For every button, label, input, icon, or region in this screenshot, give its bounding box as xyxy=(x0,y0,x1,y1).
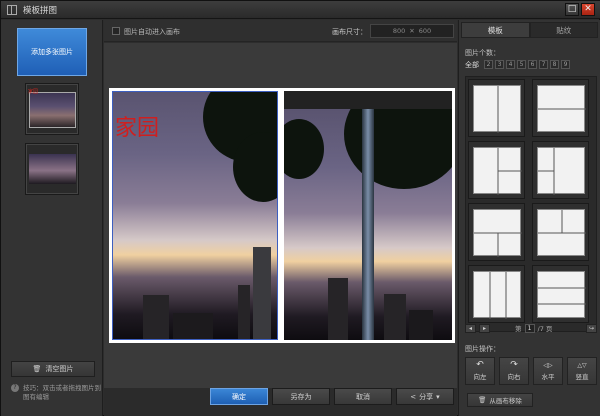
thumbnail-1[interactable]: 家园 xyxy=(25,83,79,135)
building-silhouette xyxy=(173,313,213,339)
canvas-width: 800 xyxy=(392,27,406,35)
trash-icon: 🗑 xyxy=(478,396,487,404)
maximize-button[interactable]: □ xyxy=(565,3,579,16)
flip-vertical-label: 竖直 xyxy=(575,373,589,381)
rotate-right-icon: ↷ xyxy=(510,360,518,370)
tab-textures[interactable]: 贴纹 xyxy=(529,22,598,38)
canvas-height: 600 xyxy=(418,27,432,35)
remove-from-canvas-button[interactable]: 🗑 从画布移除 xyxy=(467,393,533,407)
tab-templates[interactable]: 模板 xyxy=(461,22,530,38)
clear-images-button[interactable]: 🗑 清空图片 xyxy=(11,361,95,377)
flip-horizontal-button[interactable]: ◁▷ 水平 xyxy=(533,357,563,385)
panel-tabs: 模板 贴纹 xyxy=(461,22,598,38)
thumbnail-image xyxy=(29,154,76,184)
help-icon: ? xyxy=(11,384,19,392)
count-option[interactable]: 8 xyxy=(550,60,559,69)
collage-cell-right[interactable] xyxy=(284,109,452,340)
rotate-left-label: 向左 xyxy=(473,373,487,381)
count-option[interactable]: 4 xyxy=(506,60,515,69)
right-panel: 模板 贴纹 图片个数： 全部 2 3 4 5 6 7 8 9 ◂ ▸ 第 1 /… xyxy=(458,20,600,416)
chevron-down-icon: ▾ xyxy=(436,392,440,401)
count-option[interactable]: 6 xyxy=(528,60,537,69)
count-option[interactable]: 3 xyxy=(495,60,504,69)
image-count-label: 图片个数： xyxy=(465,49,500,57)
flip-vertical-button[interactable]: △▽ 竖直 xyxy=(567,357,597,385)
count-option[interactable]: 9 xyxy=(561,60,570,69)
auto-fill-label: 图片自动进入画布 xyxy=(124,28,180,36)
canvas-toolbar: 图片自动进入画布 画布尺寸： 800 ✕ 600 xyxy=(104,20,457,42)
thumbnail-image xyxy=(29,92,76,128)
rotate-right-button[interactable]: ↷ 向右 xyxy=(499,357,529,385)
next-page-button[interactable]: ▸ xyxy=(479,323,490,333)
app-icon xyxy=(7,5,17,15)
template-item[interactable] xyxy=(532,203,589,261)
building-silhouette xyxy=(238,285,250,339)
bottom-actions: 确定 另存为 取消 < 分享 ▾ xyxy=(104,388,457,416)
image-ops: ↶ 向左 ↷ 向右 ◁▷ 水平 △▽ 竖直 xyxy=(465,357,597,385)
flip-horizontal-icon: ◁▷ xyxy=(543,362,553,369)
share-label: 分享 xyxy=(419,392,434,401)
building-silhouette xyxy=(253,247,271,339)
share-button[interactable]: < 分享 ▾ xyxy=(396,388,454,405)
template-grid xyxy=(465,76,597,332)
close-button[interactable]: ✕ xyxy=(581,3,595,16)
image-ops-label: 图片操作： xyxy=(465,345,500,353)
clear-images-label: 清空图片 xyxy=(45,365,74,373)
canvas-size-selector[interactable]: 800 ✕ 600 xyxy=(370,24,454,38)
template-item[interactable] xyxy=(532,141,589,199)
rotate-left-icon: ↶ xyxy=(476,360,484,370)
pole xyxy=(362,109,374,340)
image-count-filter: 全部 2 3 4 5 6 7 8 9 xyxy=(465,60,570,70)
share-icon: < xyxy=(410,392,417,401)
count-option[interactable]: 7 xyxy=(539,60,548,69)
app-window: 模板拼图 □ ✕ 添加多张图片 家园 🗑 清空图片 ? 技巧：双击或者拖拽图片到… xyxy=(0,0,600,416)
save-as-button[interactable]: 另存为 xyxy=(272,388,330,405)
collage-cell-gap xyxy=(284,91,452,109)
flip-horizontal-label: 水平 xyxy=(541,373,555,381)
pager-prefix: 第 xyxy=(515,325,522,333)
building-silhouette xyxy=(409,310,433,340)
auto-fill-checkbox[interactable] xyxy=(112,27,120,35)
prev-page-button[interactable]: ◂ xyxy=(465,323,476,333)
thumbnail-2[interactable] xyxy=(25,143,79,195)
left-panel: 添加多张图片 家园 🗑 清空图片 ? 技巧：双击或者拖拽图片到图有编辑 xyxy=(1,20,103,416)
canvas-size-label: 画布尺寸： xyxy=(332,28,367,36)
template-item[interactable] xyxy=(468,203,525,261)
building-silhouette xyxy=(143,295,169,339)
count-all[interactable]: 全部 xyxy=(465,60,479,70)
confirm-button[interactable]: 确定 xyxy=(210,388,268,405)
flip-vertical-icon: △▽ xyxy=(577,362,587,369)
title-bar: 模板拼图 □ ✕ xyxy=(1,1,600,19)
thumbnail-overlay-text: 家园 xyxy=(28,89,39,95)
rotate-left-button[interactable]: ↶ 向左 xyxy=(465,357,495,385)
count-option[interactable]: 5 xyxy=(517,60,526,69)
template-item[interactable] xyxy=(468,79,525,137)
thumbnail-selection-frame xyxy=(29,92,76,128)
page-input[interactable]: 1 xyxy=(524,323,535,333)
canvas-area: 家园 xyxy=(104,43,457,388)
template-item[interactable] xyxy=(532,265,589,323)
template-pager: ◂ ▸ 第 1 /7 页 ↪ xyxy=(465,322,597,334)
tip-text: ? 技巧：双击或者拖拽图片到图有编辑 xyxy=(11,384,101,402)
count-option[interactable]: 2 xyxy=(484,60,493,69)
template-item[interactable] xyxy=(468,141,525,199)
template-item[interactable] xyxy=(468,265,525,323)
cancel-button[interactable]: 取消 xyxy=(334,388,392,405)
go-page-button[interactable]: ↪ xyxy=(586,323,597,333)
tip-label: 技巧：双击或者拖拽图片到图有编辑 xyxy=(23,384,101,401)
pager-suffix: /7 页 xyxy=(537,325,553,333)
template-item[interactable] xyxy=(532,79,589,137)
trash-icon: 🗑 xyxy=(32,365,42,373)
add-images-button[interactable]: 添加多张图片 xyxy=(17,28,87,76)
building-silhouette xyxy=(328,278,348,340)
window-title: 模板拼图 xyxy=(23,6,58,16)
canvas-overlay-text[interactable]: 家园 xyxy=(115,110,159,142)
collage-canvas[interactable]: 家园 xyxy=(109,88,455,343)
remove-from-canvas-label: 从画布移除 xyxy=(489,397,522,405)
times-icon: ✕ xyxy=(409,27,415,35)
rotate-right-label: 向右 xyxy=(507,373,521,381)
building-silhouette xyxy=(384,294,406,340)
collage-cell-left[interactable]: 家园 xyxy=(112,91,278,340)
